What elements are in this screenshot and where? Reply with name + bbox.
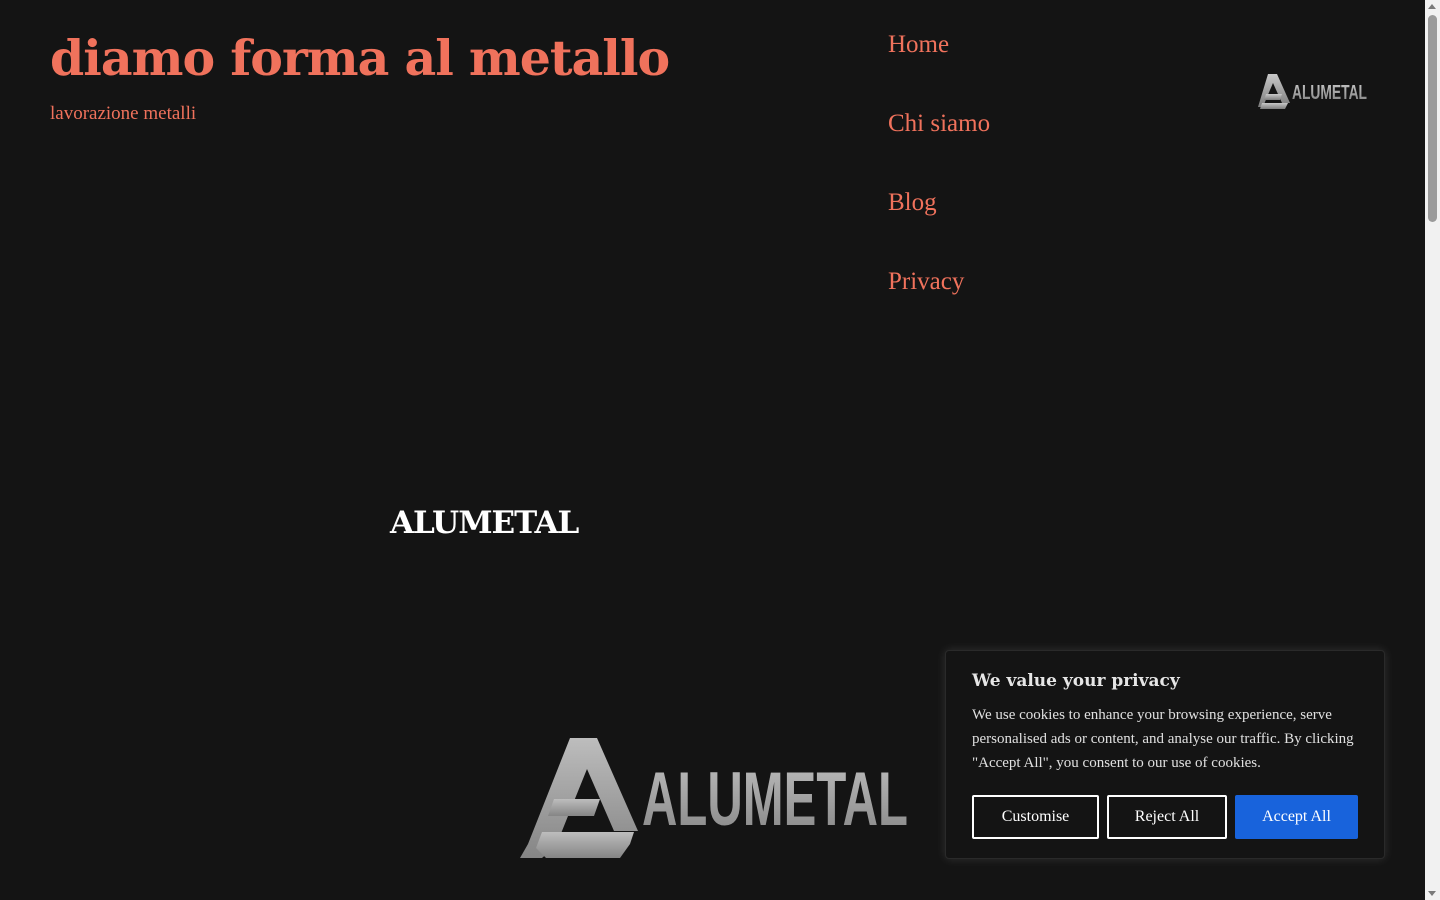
site-tagline: lavorazione metalli [50,103,197,124]
customise-button[interactable]: Customise [972,795,1099,839]
header-logo[interactable]: ALUMETAL [1258,73,1368,110]
accept-all-button[interactable]: Accept All [1235,795,1358,839]
scroll-up-arrow-icon[interactable] [1428,4,1436,9]
alumetal-logo-image: ALUMETAL [520,738,908,858]
cookie-banner-text: We use cookies to enhance your browsing … [972,707,1354,771]
logo-a-mark-icon [1258,74,1290,109]
logo-a-large-icon [520,738,638,858]
scrollbar-thumb[interactable] [1428,15,1437,222]
main-nav: Home Chi siamo Blog Privacy [888,28,990,344]
nav-item-privacy[interactable]: Privacy [888,265,990,344]
cookie-consent-banner: We value your privacy We use cookies to … [945,650,1385,859]
big-logo-text: ALUMETAL [642,757,908,842]
header-logo-text: ALUMETAL [1292,82,1367,104]
cookie-banner-title: We value your privacy [972,671,1180,691]
scroll-down-arrow-icon[interactable] [1428,891,1436,896]
reject-all-button[interactable]: Reject All [1107,795,1227,839]
nav-item-home[interactable]: Home [888,28,990,107]
nav-item-blog[interactable]: Blog [888,186,990,265]
cookie-banner-actions: Customise Reject All Accept All [972,795,1358,839]
site-title[interactable]: diamo forma al metallo [50,31,670,86]
nav-item-chi-siamo[interactable]: Chi siamo [888,107,990,186]
page-heading: ALUMETAL [390,505,579,541]
vertical-scrollbar[interactable] [1425,0,1440,900]
